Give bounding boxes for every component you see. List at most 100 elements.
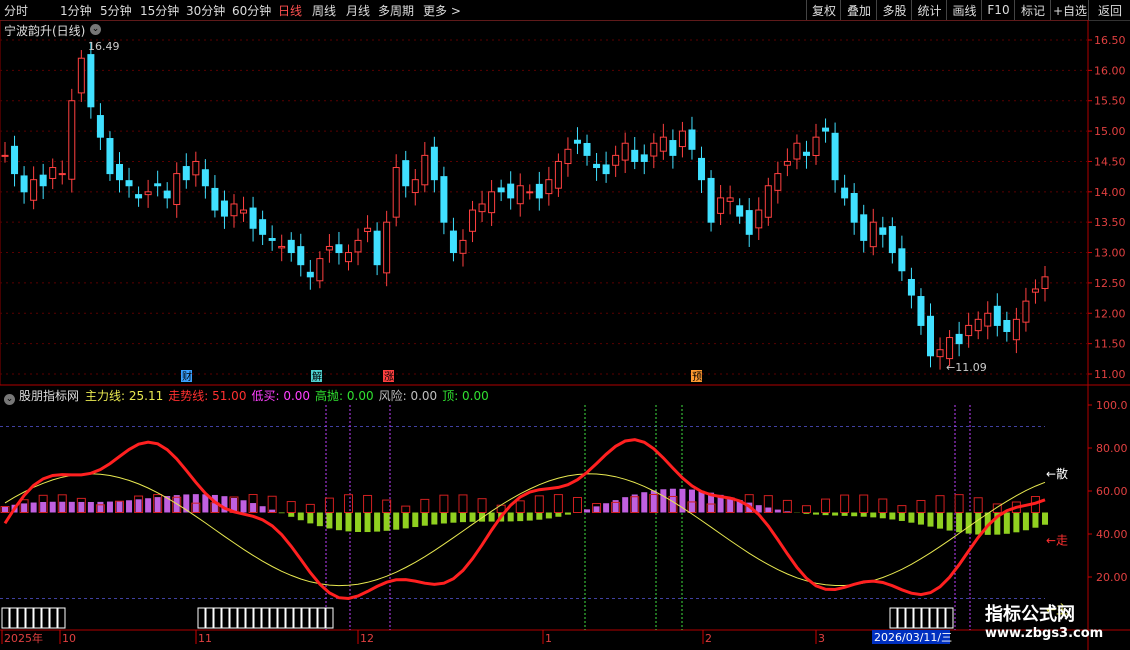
chart-canvas[interactable]: 16.50 16.00 15.50 15.00 14.50 14.00 13.50 13.00… <box>0 20 1130 650</box>
bottom-signal-box <box>937 607 946 629</box>
bottom-signal-box <box>41 607 50 629</box>
histogram-bar <box>49 501 56 513</box>
candle-body <box>698 157 706 181</box>
period-tab-3[interactable]: 15分钟 <box>140 2 179 19</box>
price-tick-label: 13.50 <box>1094 216 1126 229</box>
histogram-bar <box>469 512 476 522</box>
bottom-signal-box <box>945 607 954 629</box>
outline-bar <box>343 494 353 513</box>
indicator-menu-icon[interactable]: ⌄ <box>4 394 15 405</box>
histogram-bar <box>393 512 400 530</box>
outline-bar <box>324 497 334 513</box>
toolbar-button-5[interactable]: F10 <box>981 0 1015 20</box>
outline-bar <box>363 494 373 513</box>
price-tick-label: 12.00 <box>1094 307 1126 320</box>
histogram-bar <box>564 512 571 515</box>
period-tab-7[interactable]: 周线 <box>312 2 336 19</box>
ind-tick-label: 60.00 <box>1096 485 1128 498</box>
candle-body <box>192 160 200 176</box>
candle-body <box>793 142 801 160</box>
candle-body <box>516 185 524 205</box>
histogram-bar <box>479 512 486 522</box>
histogram-bar <box>459 512 466 523</box>
candle-body <box>20 175 28 193</box>
candle-body <box>11 145 19 175</box>
bottom-signal-box <box>245 607 254 629</box>
toolbar-button-6[interactable]: 标记 <box>1014 0 1051 20</box>
candle-body <box>707 177 715 223</box>
toolbar-button-4[interactable]: 画线 <box>946 0 982 20</box>
period-tab-8[interactable]: 月线 <box>346 2 370 19</box>
candle-body <box>612 154 620 166</box>
toolbar-button-3[interactable]: 统计 <box>911 0 947 20</box>
candle-body <box>96 115 104 138</box>
bottom-signal-box <box>269 607 278 629</box>
candle-body <box>87 54 95 108</box>
candle-body <box>745 210 753 235</box>
period-tab-6[interactable]: 日线 <box>278 2 302 19</box>
period-tab-2[interactable]: 5分钟 <box>100 2 132 19</box>
candle-body <box>554 160 562 189</box>
outline-bar <box>859 494 869 514</box>
candle-body <box>392 167 400 218</box>
candle-body <box>917 296 925 326</box>
histogram-bar <box>946 512 953 531</box>
time-tick-label: 12 <box>360 632 374 645</box>
histogram-bar <box>278 512 285 514</box>
histogram-bar <box>59 501 66 513</box>
candle-body <box>860 214 868 241</box>
candle-body <box>30 179 38 201</box>
toolbar-button-2[interactable]: 多股 <box>876 0 912 20</box>
histogram-bar <box>965 512 972 534</box>
candle-body <box>602 164 610 175</box>
candle-body <box>220 200 228 217</box>
price-tick-label: 15.50 <box>1094 95 1126 108</box>
candle-body <box>946 337 954 360</box>
histogram-bar <box>126 500 133 513</box>
time-tick-label: 2025年 <box>4 631 43 645</box>
candle-body <box>354 239 362 253</box>
period-tab-0[interactable]: 分时 <box>4 2 28 19</box>
period-tab-4[interactable]: 30分钟 <box>186 2 225 19</box>
candle-body <box>402 160 410 187</box>
toolbar-button-8[interactable]: 返回 <box>1088 0 1130 20</box>
watermark: 指标公式网 www.zbgs3.com <box>985 604 1104 641</box>
histogram-bar <box>68 501 75 513</box>
candle-body <box>440 176 448 223</box>
period-tab-9[interactable]: 多周期 <box>378 2 414 19</box>
candle-body <box>535 183 543 199</box>
bottom-signal-box <box>889 607 898 629</box>
histogram-bar <box>421 512 428 526</box>
candle-body <box>898 248 906 272</box>
candle-body <box>907 278 915 296</box>
histogram-bar <box>622 497 629 513</box>
histogram-bar <box>450 512 457 523</box>
candle-body <box>1041 276 1049 289</box>
toolbar-button-1[interactable]: 叠加 <box>840 0 877 20</box>
bottom-signal-box <box>293 607 302 629</box>
outline-bar <box>382 499 392 514</box>
histogram-bar <box>240 500 247 513</box>
period-tab-10[interactable]: 更多 > <box>423 2 461 19</box>
low-price-marker: ←11.09 <box>946 361 987 374</box>
chevron-down-icon[interactable]: ⌄ <box>90 24 101 35</box>
ind-tick-label: 40.00 <box>1096 528 1128 541</box>
candle-body <box>154 183 162 187</box>
indicator-item-2: 低买: 0.00 <box>251 389 311 403</box>
histogram-bar <box>259 506 266 513</box>
candle-body <box>783 160 791 166</box>
price-tick-label: 12.50 <box>1094 277 1126 290</box>
toolbar-button-7[interactable]: +自选 <box>1050 0 1089 20</box>
price-tick-label: 15.00 <box>1094 125 1126 138</box>
ind-tick-label: 80.00 <box>1096 442 1128 455</box>
bottom-signal-box <box>1 607 10 629</box>
price-panel-frame <box>0 20 1089 386</box>
toolbar-button-0[interactable]: 复权 <box>806 0 841 20</box>
histogram-bar <box>813 512 820 515</box>
candle-body <box>774 173 782 191</box>
histogram-bar <box>383 512 390 531</box>
period-tab-1[interactable]: 1分钟 <box>60 2 92 19</box>
candle-body <box>831 132 839 181</box>
candle-body <box>640 154 648 162</box>
period-tab-5[interactable]: 60分钟 <box>232 2 271 19</box>
